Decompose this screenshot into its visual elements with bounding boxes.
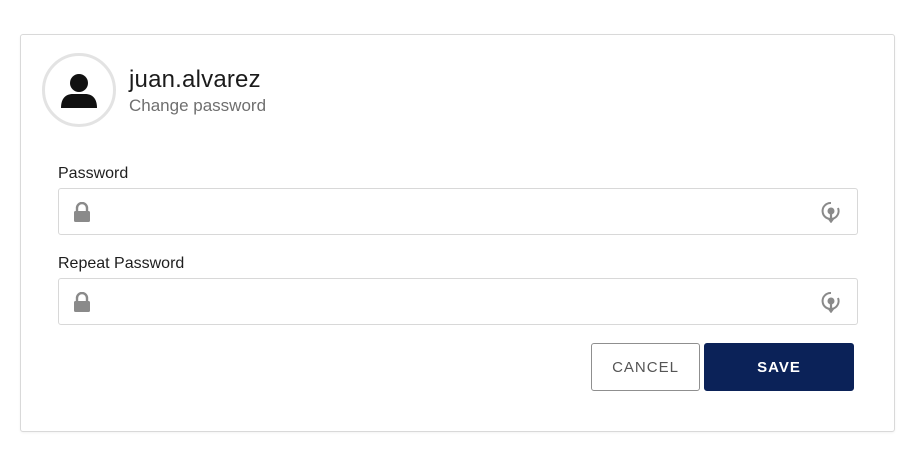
password-label: Password xyxy=(58,165,129,182)
show-password-icon[interactable] xyxy=(821,291,841,313)
lock-icon xyxy=(74,292,90,312)
cancel-button[interactable]: CANCEL xyxy=(591,343,700,391)
repeat-password-input[interactable] xyxy=(103,279,803,324)
repeat-password-label: Repeat Password xyxy=(58,255,185,272)
save-button[interactable]: SAVE xyxy=(704,343,854,391)
change-password-card: juan.alvarez Change password Password Re… xyxy=(20,34,895,432)
password-input[interactable] xyxy=(103,189,803,234)
lock-icon xyxy=(74,202,90,222)
repeat-password-field-container xyxy=(58,278,858,325)
username: juan.alvarez xyxy=(129,66,261,93)
avatar xyxy=(42,53,116,127)
password-field-container xyxy=(58,188,858,235)
user-silhouette-icon xyxy=(61,74,97,108)
show-password-icon[interactable] xyxy=(821,201,841,223)
page-subtitle: Change password xyxy=(129,96,267,115)
